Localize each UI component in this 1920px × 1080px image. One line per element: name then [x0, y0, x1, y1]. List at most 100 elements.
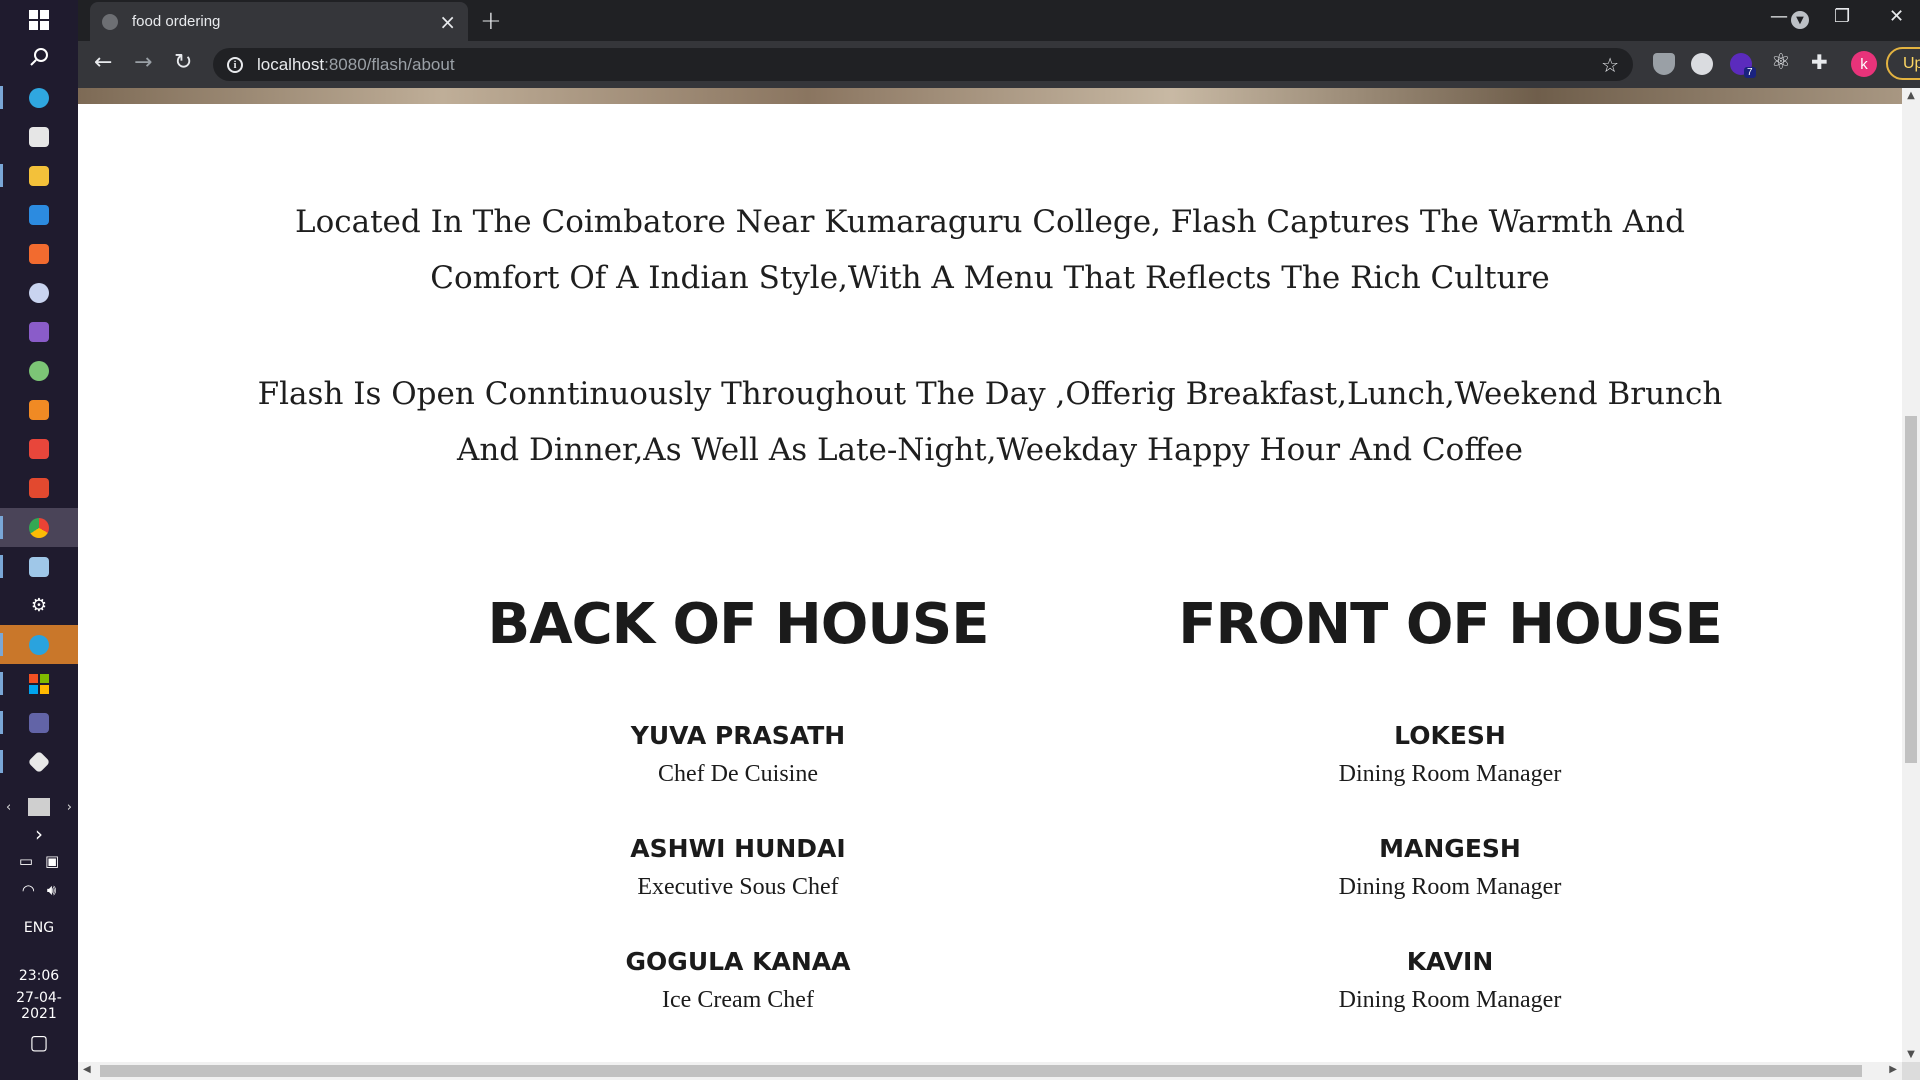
- taskbar-search-button[interactable]: [0, 37, 78, 76]
- windows-taskbar: ⚙ ‹ › › ▭ ▣ ◠ 🔊︎ ENG 23:06 27-04-2021 ▢: [0, 0, 78, 1080]
- extension-cloud-icon[interactable]: [1691, 53, 1713, 75]
- microsoft-icon: [29, 673, 49, 694]
- shield-extension-icon[interactable]: [1653, 53, 1675, 75]
- folder-icon: [29, 165, 49, 186]
- taskbar-telegram[interactable]: [0, 625, 78, 664]
- browser-tab-strip: food ordering × + ▼ — ❐ ✕: [78, 0, 1920, 41]
- taskbar-mail[interactable]: [0, 195, 78, 234]
- show-hidden-icons-chevron-icon[interactable]: ›: [0, 822, 78, 846]
- meet-now-icon[interactable]: ▣: [45, 852, 59, 870]
- about-intro-paragraph: Located In The Coimbatore Near Kumaragur…: [78, 194, 1902, 306]
- mail-icon: [29, 204, 49, 225]
- git-icon: [27, 750, 51, 773]
- visual-studio-icon: [29, 321, 49, 342]
- taskbar-sublime[interactable]: [0, 390, 78, 429]
- edge-icon: [29, 87, 49, 108]
- site-info-icon[interactable]: i: [227, 56, 243, 73]
- url-path: :8080/flash/about: [324, 54, 455, 74]
- about-hours-paragraph: Flash Is Open Conntinuously Throughout T…: [78, 366, 1902, 478]
- chevron-left-icon[interactable]: ‹: [6, 800, 11, 815]
- chevron-right-icon[interactable]: ›: [67, 800, 72, 815]
- taskbar-scroller[interactable]: ‹ ›: [0, 796, 78, 818]
- xampp-icon: [29, 243, 49, 264]
- taskbar-android-studio[interactable]: [0, 351, 78, 390]
- search-icon: [30, 47, 48, 66]
- store-icon: [29, 126, 49, 147]
- new-tab-plus-icon[interactable]: +: [480, 6, 502, 36]
- restore-icon[interactable]: ❐: [1834, 6, 1850, 27]
- notepad-icon: [29, 556, 49, 577]
- intro-line: Located In The Coimbatore Near Kumaragur…: [294, 204, 1686, 240]
- taskbar-media[interactable]: [0, 273, 78, 312]
- back-arrow-icon[interactable]: ←: [94, 50, 112, 75]
- scroll-left-arrow-icon[interactable]: ◀: [83, 1064, 91, 1075]
- gear-icon: ⚙: [30, 595, 48, 616]
- scroll-right-arrow-icon[interactable]: ▶: [1889, 1064, 1897, 1075]
- taskbar-notepad[interactable]: [0, 547, 78, 586]
- taskbar-visual-studio[interactable]: [0, 312, 78, 351]
- battery-icon[interactable]: ▭: [19, 852, 33, 870]
- update-label: Update: [1903, 54, 1920, 72]
- hours-line: Flash Is Open Conntinuously Throughout T…: [257, 376, 1723, 412]
- react-devtools-icon[interactable]: ⚛: [1771, 50, 1791, 75]
- staff-name: ASHWI HUNDAI: [630, 834, 846, 863]
- tab-title: food ordering: [132, 13, 221, 30]
- extensions-puzzle-icon[interactable]: ✚: [1811, 50, 1828, 74]
- staff-name: LOKESH: [1394, 721, 1506, 750]
- scroll-up-arrow-icon[interactable]: ▲: [1902, 90, 1920, 101]
- bookmark-star-icon[interactable]: ☆: [1601, 53, 1619, 77]
- back-of-house-heading: BACK OF HOUSE: [487, 592, 990, 657]
- taskbar-alarm[interactable]: [0, 429, 78, 468]
- staff-role: Dining Room Manager: [1338, 987, 1562, 1013]
- taskbar-settings[interactable]: ⚙: [0, 586, 78, 625]
- taskbar-file-explorer[interactable]: [0, 156, 78, 195]
- teams-icon: [29, 712, 49, 733]
- notification-center-icon[interactable]: ▢: [0, 1030, 78, 1054]
- clock-date[interactable]: 27-04-2021: [0, 990, 78, 1022]
- scrollbar-corner: [1902, 1062, 1920, 1080]
- taskbar-teams[interactable]: [0, 703, 78, 742]
- taskbar-xampp[interactable]: [0, 234, 78, 273]
- horizontal-scroll-thumb[interactable]: [100, 1065, 1862, 1077]
- clock-time[interactable]: 23:06: [0, 968, 78, 984]
- horizontal-scrollbar[interactable]: ◀ ▶: [78, 1062, 1902, 1080]
- telegram-icon: [29, 634, 49, 655]
- staff-role: Ice Cream Chef: [662, 987, 814, 1013]
- close-tab-icon[interactable]: ×: [439, 10, 456, 34]
- globe-icon: [102, 13, 118, 30]
- vertical-scrollbar[interactable]: ▲ ▼: [1902, 88, 1920, 1062]
- start-button[interactable]: [0, 0, 78, 39]
- page-viewport: Located In The Coimbatore Near Kumaragur…: [78, 88, 1902, 1062]
- scroll-down-arrow-icon[interactable]: ▼: [1902, 1049, 1920, 1060]
- language-indicator[interactable]: ENG: [0, 920, 78, 936]
- minimize-icon[interactable]: —: [1770, 6, 1788, 27]
- chrome-icon: [29, 517, 49, 538]
- taskbar-microsoft[interactable]: [0, 664, 78, 703]
- taskbar-office[interactable]: [0, 468, 78, 507]
- vertical-scroll-thumb[interactable]: [1905, 416, 1917, 763]
- browser-tab[interactable]: food ordering ×: [90, 2, 468, 41]
- alarm-icon: [29, 438, 49, 459]
- profile-avatar[interactable]: k: [1851, 51, 1877, 77]
- staff-role: Chef De Cuisine: [658, 761, 818, 787]
- tab-search-chevron-icon[interactable]: ▼: [1791, 11, 1809, 29]
- taskbar-scroll-thumb[interactable]: [28, 798, 50, 816]
- close-window-icon[interactable]: ✕: [1889, 6, 1904, 27]
- update-button[interactable]: Update ⋮: [1886, 47, 1920, 80]
- hours-line: And Dinner,As Well As Late-Night,Weekday…: [456, 432, 1524, 468]
- taskbar-chrome[interactable]: [0, 508, 78, 547]
- extension-badge-count: 7: [1744, 67, 1756, 78]
- volume-icon[interactable]: 🔊︎: [47, 881, 56, 899]
- wifi-icon[interactable]: ◠: [22, 881, 35, 899]
- staff-name: YUVA PRASATH: [630, 721, 846, 750]
- hero-image-bottom-edge: [78, 88, 1902, 104]
- sublime-icon: [29, 399, 49, 420]
- reload-icon[interactable]: ↻: [174, 50, 192, 75]
- taskbar-git[interactable]: [0, 742, 78, 781]
- taskbar-edge[interactable]: [0, 78, 78, 117]
- taskbar-store[interactable]: [0, 117, 78, 156]
- address-bar[interactable]: i localhost:8080/flash/about ☆: [213, 48, 1633, 81]
- media-icon: [29, 282, 49, 303]
- forward-arrow-icon[interactable]: →: [134, 50, 152, 75]
- staff-role: Executive Sous Chef: [637, 874, 839, 900]
